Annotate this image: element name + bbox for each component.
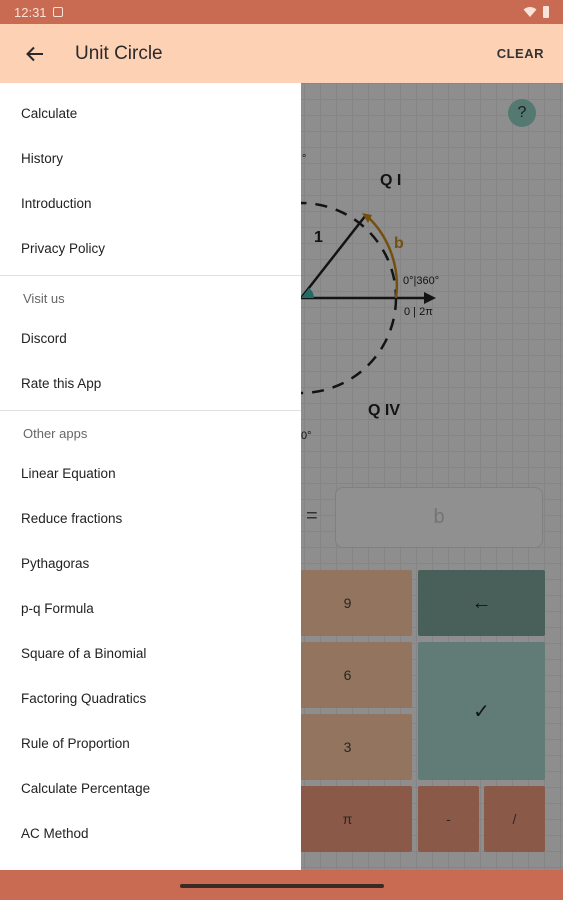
status-time: 12:31 [14,4,47,20]
drawer-item-square-of-binomial[interactable]: Square of a Binomial [0,631,301,676]
drawer-item-pq-formula[interactable]: p-q Formula [0,586,301,631]
section-label-other-apps: Other apps [23,425,88,441]
drawer-item-privacy-policy[interactable]: Privacy Policy [0,226,301,271]
drawer-item-discord[interactable]: Discord [0,316,301,361]
drawer-item-factoring-quadratics[interactable]: Factoring Quadratics [0,676,301,721]
drawer-item-rule-of-proportion[interactable]: Rule of Proportion [0,721,301,766]
drawer-item-calculate-percentage[interactable]: Calculate Percentage [0,766,301,811]
arrow-back-icon [26,46,43,61]
status-icons [523,6,549,18]
page-title: Unit Circle [75,42,163,64]
drawer-item-calculate[interactable]: Calculate [0,91,301,136]
navigation-drawer: Calculate History Introduction Privacy P… [0,83,301,870]
back-button[interactable] [0,24,70,83]
drawer-item-history[interactable]: History [0,136,301,181]
gesture-handle[interactable] [180,884,384,888]
drawer-item-ac-method[interactable]: AC Method [0,811,301,856]
drawer-divider [0,410,301,411]
drawer-item-linear-equation[interactable]: Linear Equation [0,451,301,496]
section-label-visit-us: Visit us [23,290,65,306]
notification-icon [52,7,63,17]
clear-button[interactable]: CLEAR [497,46,544,61]
drawer-item-rate-app[interactable]: Rate this App [0,361,301,406]
drawer-item-introduction[interactable]: Introduction [0,181,301,226]
drawer-divider [0,275,301,276]
wifi-icon [523,7,537,17]
drawer-item-reduce-fractions[interactable]: Reduce fractions [0,496,301,541]
battery-icon [543,6,549,18]
drawer-item-pythagoras[interactable]: Pythagoras [0,541,301,586]
app-bar: Unit Circle CLEAR [0,24,563,83]
status-bar: 12:31 [0,0,563,24]
